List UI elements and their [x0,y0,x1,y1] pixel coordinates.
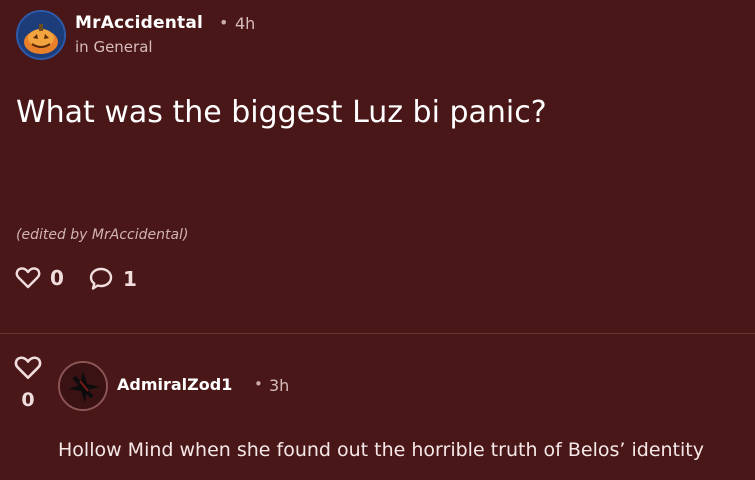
heart-outline-icon [14,356,42,379]
comment-author-name[interactable]: AdmiralZod1 [117,375,232,394]
meta-separator: • [254,375,263,393]
post-like-count: 0 [50,266,64,290]
comment-timestamp: 3h [269,376,290,395]
post-author-name[interactable]: MrAccidental [75,13,203,33]
post-title: What was the biggest Luz bi panic? [16,95,547,130]
post-community[interactable]: in General [75,38,153,56]
dark-emblem-avatar-icon [60,363,106,409]
edited-note: (edited by MrAccidental) [16,227,189,243]
post-like-button[interactable]: 0 [15,266,64,290]
comment-like-button[interactable]: 0 [13,355,43,411]
comment-author-avatar[interactable] [58,361,108,411]
section-divider [0,333,755,334]
post-comment-count: 1 [123,267,137,291]
comment-like-count: 0 [21,389,35,411]
meta-separator: • [219,13,229,32]
speech-bubble-icon [89,267,113,290]
post-timestamp: 4h [235,14,256,33]
heart-outline-icon [15,267,41,289]
post-author-avatar[interactable] [16,10,66,60]
post-comment-button[interactable]: 1 [88,266,137,292]
jack-o-lantern-avatar-icon [18,12,64,58]
comment-body: Hollow Mind when she found out the horri… [58,439,704,461]
